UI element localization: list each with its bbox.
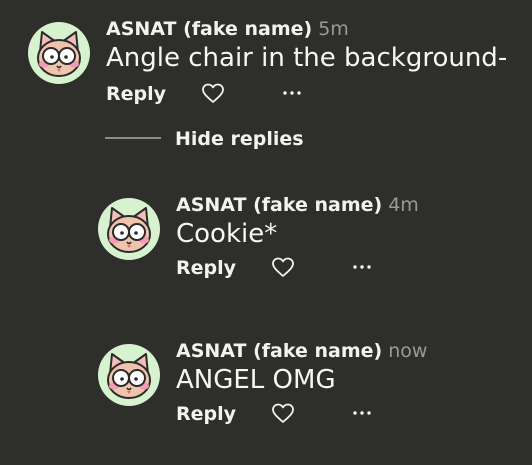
avatar[interactable] <box>28 22 90 84</box>
more-options-icon[interactable] <box>350 255 374 279</box>
cat-avatar-icon <box>107 353 151 399</box>
comment-header: ASNAT (fake name) now <box>176 340 427 362</box>
timestamp: now <box>388 340 428 362</box>
avatar[interactable] <box>98 344 160 406</box>
comment-actions: Reply <box>176 255 386 281</box>
comment-actions: Reply <box>106 81 316 107</box>
comment-text: ANGEL OMG <box>176 365 336 395</box>
avatar[interactable] <box>98 198 160 260</box>
cat-avatar-icon <box>107 207 151 253</box>
heart-outline-icon[interactable] <box>272 403 294 425</box>
author-name[interactable]: ASNAT (fake name) <box>176 194 382 216</box>
divider-line <box>105 137 161 139</box>
comment-text: Cookie* <box>176 219 278 249</box>
reply-item: ASNAT (fake name) now ANGEL OMG Reply <box>0 326 532 446</box>
author-name[interactable]: ASNAT (fake name) <box>106 18 312 40</box>
timestamp: 5m <box>318 18 349 40</box>
more-options-icon[interactable] <box>280 81 304 105</box>
comment-item: ASNAT (fake name) 5m Angle chair in the b… <box>0 0 532 120</box>
author-name[interactable]: ASNAT (fake name) <box>176 340 382 362</box>
hide-replies-label[interactable]: Hide replies <box>175 125 304 153</box>
comment-actions: Reply <box>176 401 386 427</box>
heart-outline-icon[interactable] <box>272 257 294 279</box>
reply-button[interactable]: Reply <box>106 81 166 107</box>
heart-outline-icon[interactable] <box>202 83 224 105</box>
reply-button[interactable]: Reply <box>176 401 236 427</box>
timestamp: 4m <box>388 194 419 216</box>
more-options-icon[interactable] <box>350 401 374 425</box>
comment-header: ASNAT (fake name) 4m <box>176 194 419 216</box>
cat-avatar-icon <box>37 31 81 77</box>
reply-button[interactable]: Reply <box>176 255 236 281</box>
comment-header: ASNAT (fake name) 5m <box>106 18 349 40</box>
comment-text: Angle chair in the background- <box>106 43 508 73</box>
reply-item: ASNAT (fake name) 4m Cookie* Reply <box>0 180 532 300</box>
